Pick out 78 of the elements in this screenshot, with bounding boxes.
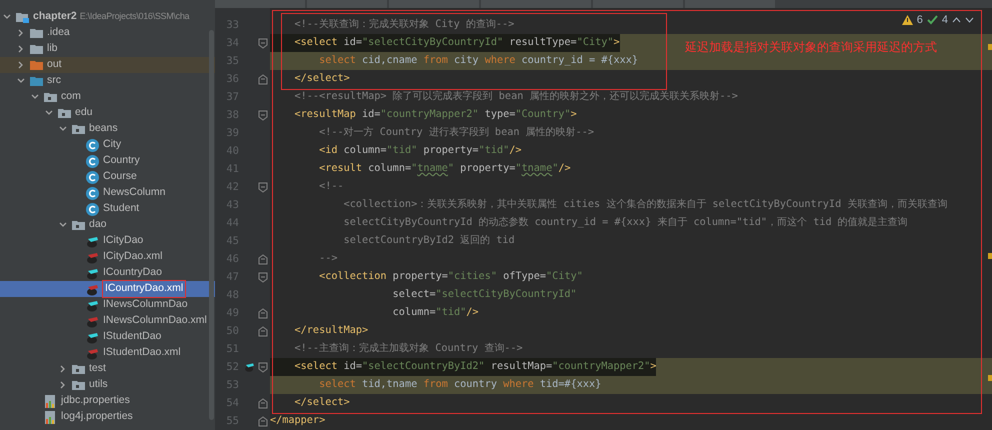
tree-item[interactable]: ICountryDao: [0, 265, 215, 281]
code-line: selectCityByCountryId 的动态参数 country_id = #{xxx} 来自于 column="tid"，而这个 tid 的值就是主查询: [342, 216, 908, 230]
tree-item[interactable]: utils: [0, 377, 215, 393]
code-line: </select>: [294, 396, 350, 410]
code-line: select tid,tname from country where tid=#{xxx}: [318, 378, 602, 392]
code-line: <id column="tid" property="tid"/>: [318, 144, 522, 158]
code-line: <result column="tname" property="tname"/>: [318, 162, 571, 176]
scroll-marker: [988, 253, 992, 259]
code-line: select="selectCityByCountryId": [392, 288, 577, 302]
tree-item[interactable]: NewsColumn: [0, 185, 215, 201]
code-line: <collection>：关联关系映射，其中关联属性 cities 这个集合的数据来自于 selectCityByCountryId 关联查询，而关联查询: [342, 198, 948, 212]
tree-item[interactable]: edu: [0, 105, 215, 121]
tree-item[interactable]: log4j.properties: [0, 409, 215, 425]
check-icon: [926, 15, 938, 26]
tree-item[interactable]: beans: [0, 121, 215, 137]
fold-icon[interactable]: [258, 182, 268, 192]
tree-item[interactable]: Student: [0, 201, 215, 217]
code-line: -->: [318, 252, 338, 266]
mapper-icon[interactable]: [243, 361, 256, 373]
code-line: <collection property="cities" ofType="City": [318, 270, 583, 284]
code-line: <!--主查询：完成主加载对象 Country 查询-->: [294, 342, 523, 356]
code-line: </mapper>: [270, 414, 326, 428]
code-line: column="tid"/>: [392, 306, 479, 320]
chevron-up-icon[interactable]: [952, 17, 961, 24]
tree-item[interactable]: out: [0, 57, 215, 73]
tree-item[interactable]: jdbc.properties: [0, 393, 215, 409]
passed-count: 4: [942, 13, 948, 28]
properties-file-icon: [43, 410, 58, 424]
code-line: <!--关联查询：完成关联对象 City 的查询-->: [294, 18, 514, 32]
tree-item[interactable]: ICityDao: [0, 233, 215, 249]
annotation-text: 延迟加载是指对关联对象的查询采用延迟的方式: [685, 39, 937, 56]
tree-item[interactable]: Course: [0, 169, 215, 185]
tree-item[interactable]: IStudentDao: [0, 329, 215, 345]
chevron-down-icon[interactable]: [965, 17, 974, 24]
code-line: <!--对一方 Country 进行表字段到 bean 属性的映射-->: [318, 126, 594, 140]
code-line: </resultMap>: [294, 324, 368, 338]
fold-icon[interactable]: [258, 362, 268, 372]
tree-item[interactable]: INewsColumnDao.xml: [0, 313, 215, 329]
scroll-marker: [988, 44, 992, 50]
scrollbar[interactable]: [209, 30, 214, 420]
tree-item[interactable]: src: [0, 73, 215, 89]
project-path: E:\IdeaProjects\016\SSM\cha: [80, 10, 190, 24]
code-line: select cid,cname from city where country_id = #{xxx}: [318, 54, 638, 68]
code-line: <!--<resultMap> 除了可以完成表字段到 bean 属性的映射之外，还可以完成关联关系映射-->: [294, 90, 738, 104]
fold-icon[interactable]: [258, 416, 268, 426]
fold-icon[interactable]: [258, 272, 268, 282]
class-icon: [85, 202, 100, 216]
fold-icon[interactable]: [258, 308, 268, 318]
tree-item[interactable]: com: [0, 89, 215, 105]
class-icon: [85, 154, 100, 168]
fold-icon[interactable]: [258, 110, 268, 120]
code-line: </select>: [294, 72, 350, 86]
class-icon: [85, 170, 100, 184]
tree-item[interactable]: lib: [0, 41, 215, 57]
code-line: selectCountryById2 返回的 tid: [342, 234, 515, 248]
tree-item[interactable]: INewsColumnDao: [0, 297, 215, 313]
tree-item[interactable]: test: [0, 361, 215, 377]
tree-item[interactable]: .idea: [0, 25, 215, 41]
code-line: <resultMap id="countryMapper2" type="Country">: [294, 108, 577, 122]
fold-icon[interactable]: [258, 38, 268, 48]
tree-item[interactable]: dao: [0, 217, 215, 233]
tree-item[interactable]: ICountryDao.xml: [0, 281, 215, 297]
fold-icon[interactable]: [258, 326, 268, 336]
scroll-marker: [988, 375, 992, 381]
tree-item[interactable]: IStudentDao.xml: [0, 345, 215, 361]
fold-icon[interactable]: [258, 398, 268, 408]
tree-item[interactable]: Country: [0, 153, 215, 169]
warning-icon: [902, 15, 913, 26]
class-icon: [85, 138, 100, 152]
tree-item[interactable]: chapter2 E:\IdeaProjects\016\SSM\cha: [0, 9, 215, 25]
tree-item[interactable]: ICityDao.xml: [0, 249, 215, 265]
tree-item[interactable]: City: [0, 137, 215, 153]
code-line: <!--: [318, 180, 344, 194]
class-icon: [85, 186, 100, 200]
warning-count: 6: [916, 13, 923, 28]
fold-icon[interactable]: [258, 254, 268, 264]
fold-icon[interactable]: [258, 74, 268, 84]
properties-file-icon: [43, 394, 58, 408]
